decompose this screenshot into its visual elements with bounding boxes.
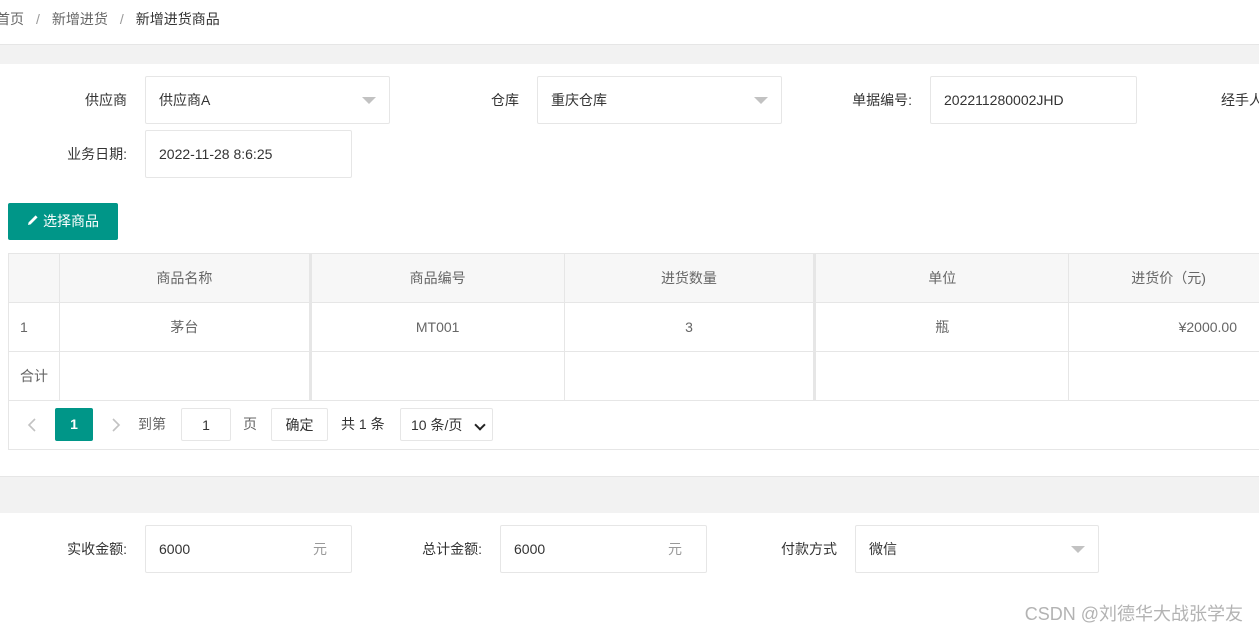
total-amount-unit: 元 bbox=[668, 541, 682, 557]
cell-quantity[interactable]: 3 bbox=[565, 303, 817, 351]
header-goods-code[interactable]: 商品编号 bbox=[312, 254, 565, 302]
total-amount-input[interactable]: 6000 元 bbox=[500, 525, 707, 573]
payment-method-value: 微信 bbox=[869, 541, 897, 557]
supplier-label: 供应商 bbox=[85, 92, 127, 108]
total-cell bbox=[564, 352, 817, 400]
goods-table: 商品名称 商品编号 进货数量 单位 进货价（元) 1 茅台 MT001 3 瓶 … bbox=[8, 253, 1259, 401]
section-divider bbox=[0, 44, 1259, 64]
caret-down-icon bbox=[362, 97, 376, 104]
total-cell bbox=[311, 352, 565, 400]
cell-goods-code[interactable]: MT001 bbox=[312, 303, 565, 351]
goto-label: 到第 bbox=[138, 416, 166, 432]
payment-method-label: 付款方式 bbox=[781, 541, 837, 557]
chevron-down-icon bbox=[474, 419, 486, 431]
table-row[interactable]: 1 茅台 MT001 3 瓶 ¥2000.00 bbox=[9, 303, 1259, 352]
cell-unit[interactable]: 瓶 bbox=[816, 303, 1070, 351]
total-amount-label: 总计金额: bbox=[422, 541, 482, 557]
warehouse-select[interactable]: 重庆仓库 bbox=[537, 76, 782, 124]
breadcrumb-parent[interactable]: 新增进货 bbox=[52, 11, 108, 27]
table-header-row: 商品名称 商品编号 进货数量 单位 进货价（元) bbox=[9, 254, 1259, 303]
breadcrumb-separator: / bbox=[119, 11, 124, 27]
received-amount-unit: 元 bbox=[313, 541, 327, 557]
warehouse-value: 重庆仓库 bbox=[551, 92, 607, 108]
cell-price[interactable]: ¥2000.00 bbox=[1069, 303, 1259, 351]
header-goods-name[interactable]: 商品名称 bbox=[60, 254, 312, 302]
caret-down-icon bbox=[1071, 546, 1085, 553]
goto-page-input[interactable]: 1 bbox=[181, 408, 231, 441]
warehouse-label: 仓库 bbox=[491, 92, 519, 108]
page-unit-label: 页 bbox=[243, 416, 257, 432]
supplier-select[interactable]: 供应商A bbox=[145, 76, 390, 124]
prev-page-icon[interactable] bbox=[27, 408, 37, 441]
table-total-row: 合计 bbox=[9, 352, 1259, 401]
goto-confirm-button[interactable]: 确定 bbox=[271, 408, 328, 441]
date-input[interactable]: 2022-11-28 8:6:25 bbox=[145, 130, 352, 178]
page-size-value: 10 条/页 bbox=[411, 417, 463, 433]
header-quantity[interactable]: 进货数量 bbox=[565, 254, 817, 302]
total-amount-value: 6000 bbox=[514, 541, 546, 557]
docno-input[interactable]: 202211280002JHD bbox=[930, 76, 1137, 124]
pagination: 1 到第 1 页 确定 共 1 条 10 条/页 bbox=[8, 400, 1259, 450]
page-current[interactable]: 1 bbox=[55, 408, 93, 441]
next-page-icon[interactable] bbox=[111, 408, 121, 441]
header-unit[interactable]: 单位 bbox=[816, 254, 1070, 302]
total-cell bbox=[816, 352, 1070, 400]
date-label: 业务日期: bbox=[67, 146, 127, 162]
row-index: 1 bbox=[9, 303, 60, 351]
date-value: 2022-11-28 8:6:25 bbox=[159, 146, 273, 162]
docno-value: 202211280002JHD bbox=[944, 92, 1064, 108]
breadcrumb-separator: / bbox=[36, 11, 40, 27]
handler-label: 经手人 bbox=[1221, 92, 1259, 108]
total-cell bbox=[59, 352, 312, 400]
total-label: 合计 bbox=[9, 352, 60, 400]
received-amount-value: 6000 bbox=[159, 541, 191, 557]
breadcrumb-home[interactable]: 首页 bbox=[0, 11, 24, 27]
watermark: CSDN @刘德华大战张学友 bbox=[1024, 604, 1243, 624]
total-cell bbox=[1069, 352, 1259, 400]
page-size-select[interactable]: 10 条/页 bbox=[400, 408, 493, 441]
header-index bbox=[9, 254, 60, 302]
received-amount-label: 实收金额: bbox=[67, 541, 127, 557]
payment-method-select[interactable]: 微信 bbox=[855, 525, 1099, 573]
breadcrumb: 首页 / 新增进货 / 新增进货商品 bbox=[0, 0, 220, 38]
pencil-icon bbox=[27, 203, 39, 240]
supplier-value: 供应商A bbox=[159, 92, 211, 108]
total-count: 共 1 条 bbox=[341, 416, 385, 432]
select-goods-button[interactable]: 选择商品 bbox=[8, 203, 118, 240]
caret-down-icon bbox=[754, 97, 768, 104]
select-goods-label: 选择商品 bbox=[43, 213, 99, 229]
header-price[interactable]: 进货价（元) bbox=[1069, 254, 1259, 302]
breadcrumb-current: 新增进货商品 bbox=[135, 11, 220, 27]
received-amount-input[interactable]: 6000 元 bbox=[145, 525, 352, 573]
section-divider bbox=[0, 476, 1259, 513]
docno-label: 单据编号: bbox=[852, 92, 912, 108]
cell-goods-name[interactable]: 茅台 bbox=[60, 303, 312, 351]
